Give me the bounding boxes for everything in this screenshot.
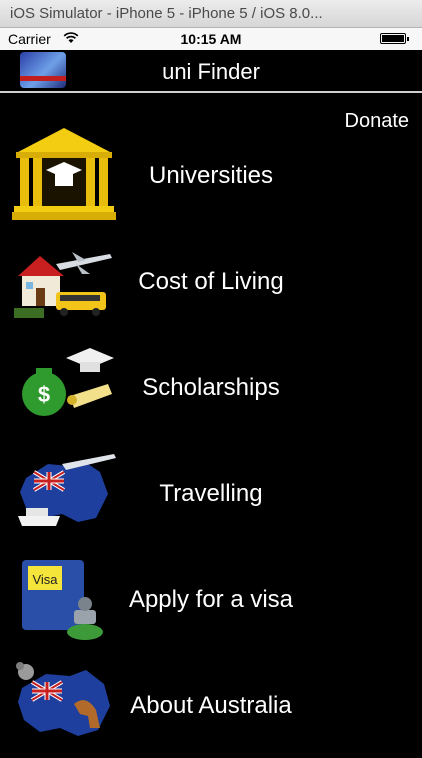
- menu-item-label: Travelling: [159, 480, 263, 507]
- battery-icon: [380, 33, 409, 44]
- menu-item-cost-of-living[interactable]: Cost of Living: [0, 230, 422, 334]
- svg-text:Visa: Visa: [32, 572, 58, 587]
- menu-item-travelling[interactable]: Travelling: [0, 442, 422, 546]
- menu-item-label: Apply for a visa: [128, 586, 294, 613]
- page-title: uni Finder: [162, 59, 260, 84]
- menu-item-label: Cost of Living: [138, 268, 284, 295]
- menu-item-apply-for-a-visa[interactable]: Visa Apply for a visa: [0, 548, 422, 652]
- menu-item-label: Universities: [148, 162, 274, 189]
- clock: 10:15 AM: [180, 31, 242, 47]
- menu-item-label: About Australia: [130, 692, 292, 719]
- menu-item-universities[interactable]: Universities: [0, 124, 422, 228]
- window-title: iOS Simulator - iPhone 5 - iPhone 5 / iO…: [10, 5, 323, 22]
- status-bar: Carrier 10:15 AM: [0, 28, 422, 50]
- navigation-bar: uni Finder: [0, 50, 422, 93]
- simulator-title-bar: iOS Simulator - iPhone 5 - iPhone 5 / iO…: [0, 0, 422, 28]
- menu-item-label: Scholarships: [142, 374, 280, 401]
- menu-item-about-australia[interactable]: About Australia: [0, 654, 422, 758]
- menu-item-scholarships[interactable]: $ Scholarships: [0, 336, 422, 440]
